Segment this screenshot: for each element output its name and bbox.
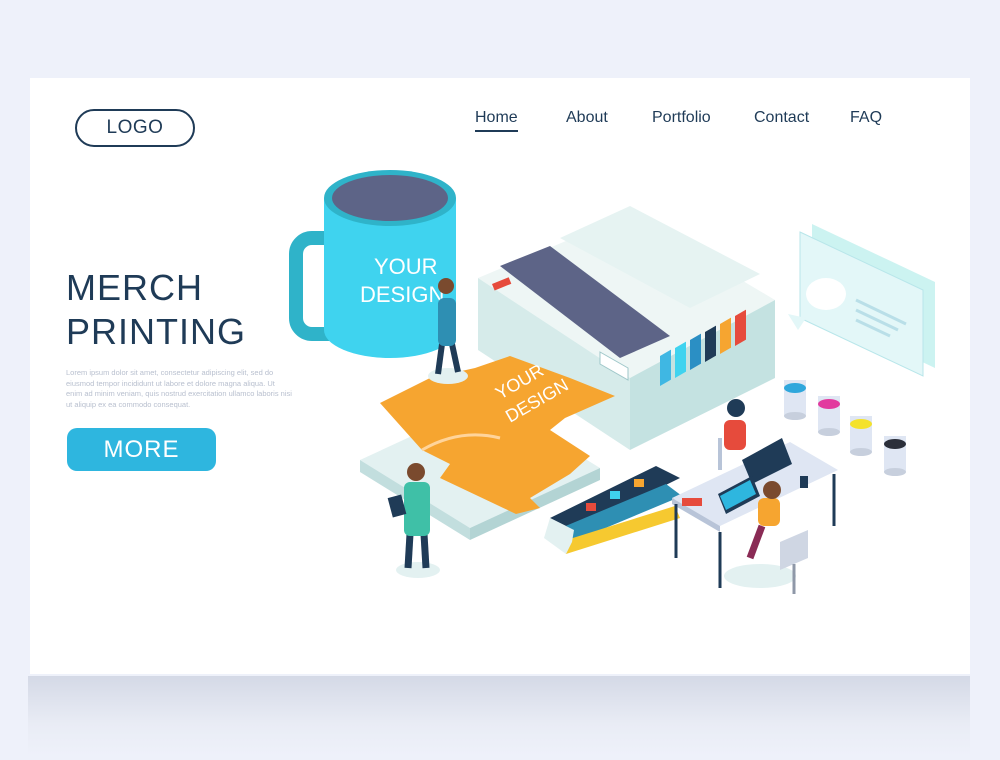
paint-can-black (884, 436, 906, 476)
mug-text-line2: DESIGN (360, 282, 444, 307)
paint-can-magenta (818, 396, 840, 436)
page-shadow (28, 676, 970, 756)
design-desk (672, 399, 838, 594)
paint-can-cyan (784, 380, 806, 420)
mug: YOUR DESIGN (289, 170, 456, 358)
paint-can-yellow (850, 416, 872, 456)
floating-webpage-icon (788, 224, 935, 377)
mug-text-line1: YOUR (374, 254, 438, 279)
merch-printing-illustration: YOUR DESIGN YOUR DESIGN (289, 170, 935, 594)
landing-card: LOGO Home About Portfolio Contact FAQ ME… (30, 78, 970, 674)
